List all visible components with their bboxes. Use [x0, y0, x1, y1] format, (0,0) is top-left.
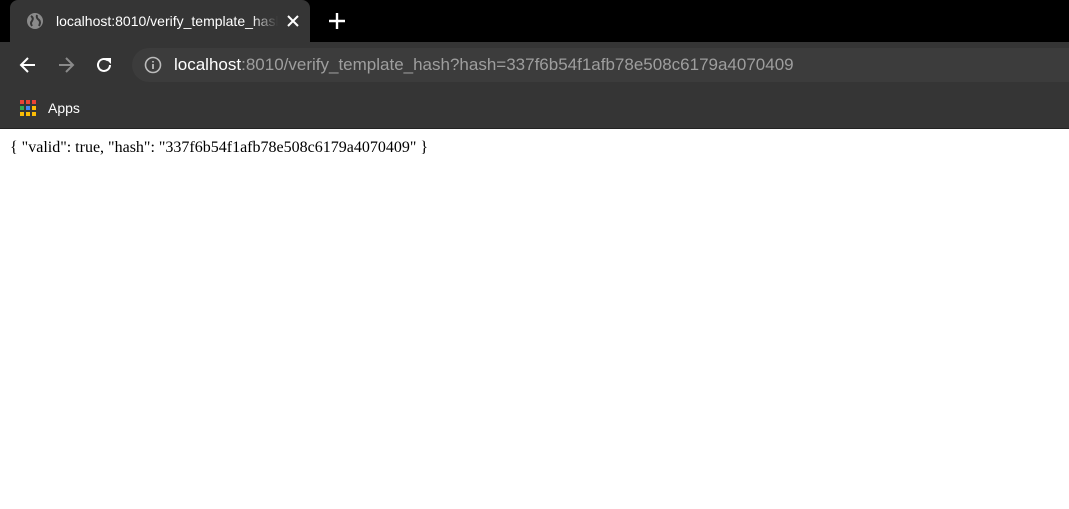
apps-grid-dot	[26, 112, 30, 116]
apps-grid-dot	[32, 112, 36, 116]
apps-grid-dot	[20, 112, 24, 116]
apps-grid-dot	[32, 100, 36, 104]
json-response-text: { "valid": true, "hash": "337f6b54f1afb7…	[10, 139, 429, 156]
tab-strip: localhost:8010/verify_template_hash?hash…	[0, 0, 1069, 42]
toolbar: localhost:8010/verify_template_hash?hash…	[0, 42, 1069, 88]
apps-grid-dot	[20, 100, 24, 104]
apps-bookmark[interactable]: Apps	[20, 100, 80, 116]
reload-icon[interactable]	[94, 55, 114, 75]
url-text[interactable]: localhost:8010/verify_template_hash?hash…	[174, 55, 794, 75]
address-bar[interactable]: localhost:8010/verify_template_hash?hash…	[132, 48, 1069, 82]
bookmarks-bar: Apps	[0, 88, 1069, 129]
page-content: { "valid": true, "hash": "337f6b54f1afb7…	[0, 129, 1069, 167]
apps-grid-dot	[26, 106, 30, 110]
forward-arrow-icon[interactable]	[56, 55, 76, 75]
tab-title: localhost:8010/verify_template_hash?hash…	[56, 13, 278, 29]
apps-grid-dot	[20, 106, 24, 110]
browser-tab[interactable]: localhost:8010/verify_template_hash?hash…	[10, 0, 310, 42]
info-icon[interactable]	[144, 56, 162, 74]
url-host: localhost	[174, 55, 242, 74]
back-arrow-icon[interactable]	[18, 55, 38, 75]
apps-grid-dot	[32, 106, 36, 110]
globe-icon	[27, 13, 43, 29]
url-path: :8010/verify_template_hash?hash=337f6b54…	[241, 55, 794, 74]
new-tab-icon[interactable]	[328, 12, 346, 30]
apps-grid-dot	[26, 100, 30, 104]
close-tab-icon[interactable]	[286, 14, 300, 28]
apps-grid-icon	[20, 100, 36, 116]
apps-label: Apps	[48, 100, 80, 116]
